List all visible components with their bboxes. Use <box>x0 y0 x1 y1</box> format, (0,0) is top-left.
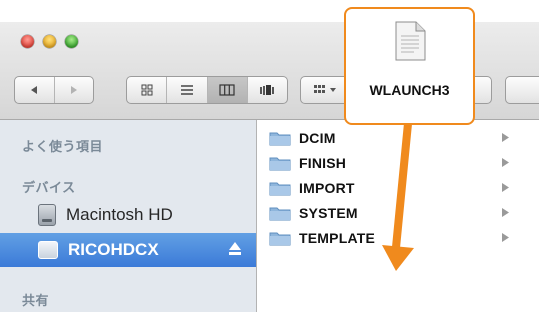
sidebar-item-label: Macintosh HD <box>66 205 173 224</box>
list-view-button[interactable] <box>167 77 208 103</box>
hard-drive-icon <box>38 204 56 226</box>
view-mode-control <box>126 76 288 104</box>
sidebar-item-label: RICOHDCX <box>68 240 159 259</box>
folder-name: FINISH <box>299 154 347 171</box>
sidebar-item-macintosh-hd[interactable]: Macintosh HD <box>0 199 256 231</box>
coverflow-icon <box>260 85 275 95</box>
arrange-segment <box>301 77 349 103</box>
folder-icon <box>269 157 291 170</box>
eject-icon[interactable] <box>228 241 242 257</box>
document-icon <box>395 21 426 61</box>
shared-heading: 共有 <box>22 293 50 308</box>
back-button[interactable] <box>15 77 55 103</box>
folder-name: SYSTEM <box>299 204 358 221</box>
sidebar-item-ricohdcx[interactable]: RICOHDCX <box>0 233 256 267</box>
zoom-window-button[interactable] <box>65 35 78 48</box>
back-arrow-icon <box>31 86 38 94</box>
folder-name: DCIM <box>299 129 336 146</box>
search-field-edge[interactable] <box>505 76 539 104</box>
devices-heading: デバイス <box>22 180 76 195</box>
column-view-button[interactable] <box>207 77 248 103</box>
folder-icon <box>269 232 291 245</box>
close-window-button[interactable] <box>21 35 34 48</box>
icon-grid-icon <box>141 84 153 96</box>
chevron-right-icon <box>502 158 509 167</box>
minimize-window-button[interactable] <box>43 35 56 48</box>
arrange-grid-icon <box>314 85 336 93</box>
folder-name: IMPORT <box>299 179 355 196</box>
forward-button[interactable] <box>55 77 94 103</box>
folder-icon <box>269 207 291 220</box>
sidebar: よく使う項目 デバイス Macintosh HD RICOHDCX 共有 <box>0 120 257 312</box>
dragged-file[interactable]: WLAUNCH3 <box>344 7 475 125</box>
folder-icon <box>269 182 291 195</box>
chevron-right-icon <box>502 133 509 142</box>
forward-arrow-icon <box>70 86 77 94</box>
icon-view-button[interactable] <box>127 77 168 103</box>
chevron-right-icon <box>502 183 509 192</box>
coverflow-view-button[interactable] <box>248 77 287 103</box>
chevron-right-icon <box>502 233 509 242</box>
list-lines-icon <box>180 85 193 95</box>
folder-name: TEMPLATE <box>299 229 376 246</box>
dragged-file-name: WLAUNCH3 <box>369 82 450 98</box>
arrange-button[interactable] <box>300 76 350 104</box>
back-forward-control <box>14 76 94 104</box>
favorites-heading: よく使う項目 <box>22 139 104 154</box>
removable-drive-icon <box>38 241 58 259</box>
folder-icon <box>269 132 291 145</box>
drag-arrow-icon <box>382 123 414 271</box>
columns-icon <box>219 84 235 96</box>
chevron-right-icon <box>502 208 509 217</box>
